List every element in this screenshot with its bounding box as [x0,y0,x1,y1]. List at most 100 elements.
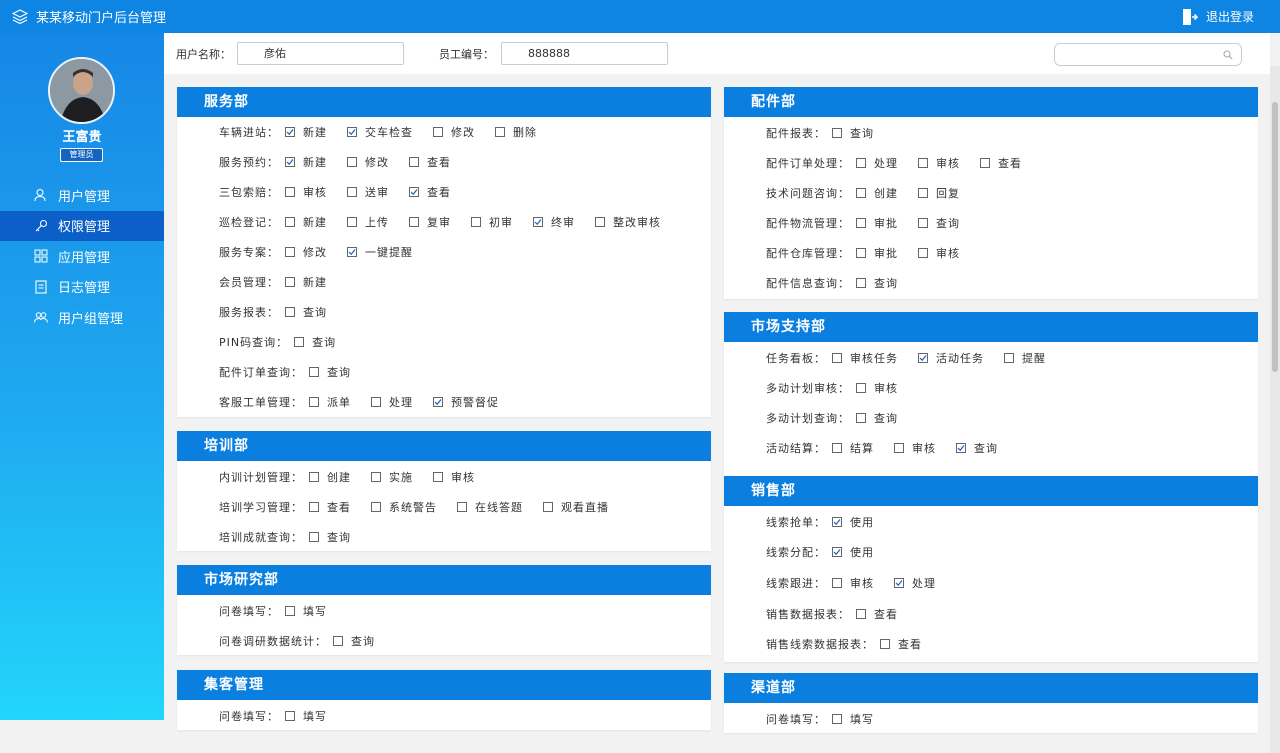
checkbox[interactable] [347,157,357,167]
checkbox[interactable] [832,353,842,363]
permission-option[interactable]: 查看 [880,636,922,652]
permission-option[interactable]: 审核 [918,245,960,261]
permission-option[interactable]: 活动任务 [918,350,984,366]
permission-option[interactable]: 回复 [918,185,960,201]
checkbox[interactable] [495,127,505,137]
permission-option[interactable]: 创建 [309,469,351,485]
permission-option[interactable]: 审批 [856,215,898,231]
permission-option[interactable]: 查询 [309,364,351,380]
permission-option[interactable]: 使用 [832,544,874,560]
checkbox-checked[interactable] [832,517,842,527]
checkbox[interactable] [832,578,842,588]
checkbox[interactable] [980,158,990,168]
permission-option[interactable]: 送审 [347,184,389,200]
checkbox[interactable] [309,502,319,512]
permission-option[interactable]: 交车检查 [347,124,413,140]
permission-option[interactable]: 处理 [894,575,936,591]
checkbox[interactable] [333,636,343,646]
checkbox[interactable] [309,472,319,482]
checkbox[interactable] [918,248,928,258]
checkbox[interactable] [856,609,866,619]
permission-option[interactable]: 新建 [285,274,327,290]
checkbox-checked[interactable] [918,353,928,363]
sidebar-item-permissions[interactable]: 权限管理 [0,210,164,241]
checkbox[interactable] [856,383,866,393]
logout-button[interactable]: 退出登录 [1182,0,1254,33]
checkbox[interactable] [285,307,295,317]
checkbox-checked[interactable] [956,443,966,453]
permission-option[interactable]: 实施 [371,469,413,485]
checkbox[interactable] [1004,353,1014,363]
checkbox[interactable] [294,337,305,347]
checkbox[interactable] [856,158,866,168]
permission-option[interactable]: 查看 [856,606,898,622]
checkbox-checked[interactable] [832,547,842,557]
permission-option[interactable]: 审核 [894,440,936,456]
permission-option[interactable]: 查询 [918,215,960,231]
permission-option[interactable]: 新建 [285,124,327,140]
scrollbar[interactable] [1270,66,1280,753]
permission-option[interactable]: 复审 [409,214,451,230]
permission-option[interactable]: 填写 [285,603,327,619]
permission-option[interactable]: 新建 [285,214,327,230]
sidebar-item-logs[interactable]: 日志管理 [0,272,164,303]
checkbox[interactable] [856,248,866,258]
permission-option[interactable]: 新建 [285,154,327,170]
permission-option[interactable]: 处理 [371,394,413,410]
permission-option[interactable]: 在线答题 [457,499,523,515]
sidebar-item-users[interactable]: 用户管理 [0,180,164,211]
checkbox[interactable] [918,158,928,168]
permission-option[interactable]: 上传 [347,214,389,230]
permission-option[interactable]: 修改 [285,244,327,260]
permission-option[interactable]: 审核 [856,380,898,396]
checkbox[interactable] [832,128,842,138]
checkbox[interactable] [309,397,319,407]
checkbox-checked[interactable] [285,157,295,167]
permission-option[interactable]: 填写 [832,711,874,727]
checkbox[interactable] [409,157,419,167]
checkbox[interactable] [285,247,295,257]
permission-option[interactable]: 审批 [856,245,898,261]
checkbox[interactable] [433,127,443,137]
permission-option[interactable]: 查询 [956,440,998,456]
permission-option[interactable]: 结算 [832,440,874,456]
checkbox[interactable] [371,472,381,482]
permission-option[interactable]: 查询 [856,275,898,291]
checkbox-checked[interactable] [347,127,357,137]
checkbox[interactable] [347,187,357,197]
checkbox[interactable] [880,639,890,649]
checkbox[interactable] [595,217,605,227]
scrollbar-thumb[interactable] [1272,102,1278,372]
checkbox[interactable] [457,502,467,512]
permission-option[interactable]: 审核 [285,184,327,200]
username-field[interactable]: 彦佑 [237,42,404,65]
permission-option[interactable]: 修改 [347,154,389,170]
search-input[interactable] [1054,43,1242,66]
checkbox[interactable] [856,218,866,228]
checkbox[interactable] [918,188,928,198]
permission-option[interactable]: 系统警告 [371,499,437,515]
permission-option[interactable]: 删除 [495,124,537,140]
permission-option[interactable]: 查看 [409,154,451,170]
checkbox[interactable] [285,217,295,227]
permission-option[interactable]: 使用 [832,514,874,530]
sidebar-item-user-groups[interactable]: 用户组管理 [0,302,164,333]
permission-option[interactable]: 填写 [285,708,327,724]
checkbox[interactable] [856,278,866,288]
checkbox[interactable] [832,714,842,724]
checkbox[interactable] [309,532,319,542]
checkbox-checked[interactable] [894,578,904,588]
checkbox[interactable] [371,397,381,407]
checkbox-checked[interactable] [347,247,357,257]
checkbox[interactable] [371,502,381,512]
permission-option[interactable]: 终审 [533,214,575,230]
checkbox[interactable] [894,443,904,453]
permission-option[interactable]: 初审 [471,214,513,230]
employee-id-field[interactable]: 888888 [501,42,668,65]
checkbox[interactable] [347,217,357,227]
permission-option[interactable]: 审核任务 [832,350,898,366]
checkbox[interactable] [433,472,443,482]
permission-option[interactable]: 查询 [294,334,336,350]
checkbox[interactable] [285,187,295,197]
checkbox[interactable] [309,367,319,377]
